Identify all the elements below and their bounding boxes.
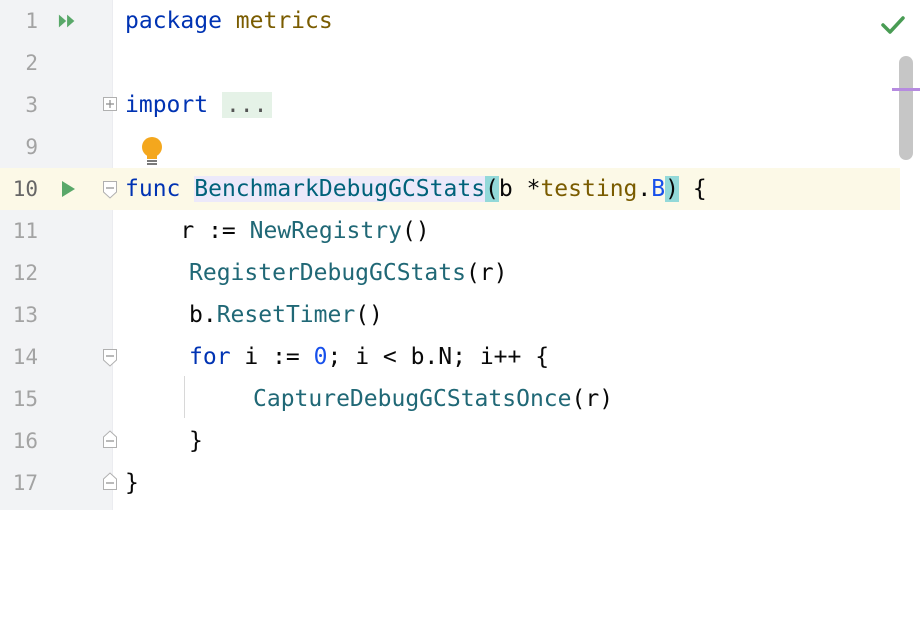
keyword-for: for	[189, 344, 231, 370]
code-line-10[interactable]: 10 func BenchmarkDebugGCStats(b *testing…	[0, 168, 900, 210]
param-type: B	[651, 176, 666, 202]
close-brace: }	[125, 470, 139, 496]
code-line-12[interactable]: 12 RegisterDebugGCStats(r)	[0, 252, 900, 294]
code-line-13[interactable]: 13 b.ResetTimer()	[0, 294, 900, 336]
code-text: func BenchmarkDebugGCStats(b *testing.B)…	[125, 168, 707, 210]
code-line-16[interactable]: 16 }	[0, 420, 900, 462]
line-number: 3	[25, 93, 38, 117]
line-number: 16	[12, 429, 38, 453]
double-play-icon[interactable]	[58, 0, 78, 42]
code-token: b.	[189, 302, 217, 328]
vertical-scrollbar[interactable]	[899, 56, 913, 160]
function-call: NewRegistry	[249, 218, 402, 244]
folded-imports[interactable]: ...	[221, 92, 272, 118]
code-line-11[interactable]: 11 r := NewRegistry()	[0, 210, 900, 252]
fold-collapse-icon[interactable]	[103, 349, 117, 367]
package-name: metrics	[235, 8, 333, 34]
code-line-2[interactable]: 2	[0, 42, 900, 84]
line-number: 9	[25, 135, 38, 159]
fold-collapse-icon[interactable]	[103, 181, 117, 199]
checkmark-icon[interactable]	[880, 12, 906, 38]
code-text: }	[125, 462, 139, 504]
line-number: 14	[12, 345, 38, 369]
line-number: 11	[12, 219, 38, 243]
code-text: r := NewRegistry()	[125, 210, 430, 252]
code-line-1[interactable]: 1 package metrics	[0, 0, 900, 42]
line-number: 1	[25, 9, 38, 33]
close-brace: }	[189, 428, 203, 454]
code-token: ; i < b.N; i++ {	[327, 344, 550, 370]
open-brace: {	[678, 176, 707, 202]
function-name: BenchmarkDebugGCStats	[194, 176, 486, 202]
code-token: (r)	[571, 386, 614, 412]
line-number: 13	[12, 303, 38, 327]
code-text: for i := 0; i < b.N; i++ {	[189, 336, 549, 378]
line-number: 2	[25, 51, 38, 75]
play-icon[interactable]	[58, 168, 78, 210]
code-text: package metrics	[125, 0, 333, 42]
keyword-package: package	[125, 8, 222, 34]
paren-close: )	[665, 176, 679, 202]
param-b: b *	[498, 176, 541, 202]
line-number: 15	[12, 387, 38, 411]
scrollbar-marker	[892, 88, 920, 91]
code-token: ()	[355, 302, 383, 328]
code-line-14[interactable]: 14 for i := 0; i < b.N; i++ {	[0, 336, 900, 378]
code-line-3[interactable]: 3 import ...	[0, 84, 900, 126]
lightbulb-icon[interactable]	[140, 136, 164, 168]
fold-expand-icon[interactable]	[103, 97, 117, 111]
code-token: i :=	[230, 344, 314, 370]
code-text: }	[189, 420, 203, 462]
code-text: import ...	[125, 84, 272, 126]
code-token: (r)	[465, 260, 508, 286]
line-number: 10	[12, 177, 38, 201]
param-package: testing	[540, 176, 638, 202]
paren-open: (	[485, 176, 499, 202]
function-call: ResetTimer	[216, 302, 356, 328]
fold-end-icon[interactable]	[103, 472, 117, 490]
code-text: CaptureDebugGCStatsOnce(r)	[253, 378, 613, 420]
code-text: RegisterDebugGCStats(r)	[189, 252, 508, 294]
function-call: RegisterDebugGCStats	[189, 260, 466, 286]
function-call: CaptureDebugGCStatsOnce	[253, 386, 572, 412]
dot: .	[637, 176, 652, 202]
code-line-17[interactable]: 17 }	[0, 462, 900, 504]
code-token: ()	[401, 218, 430, 244]
line-number: 12	[12, 261, 38, 285]
code-line-9[interactable]: 9	[0, 126, 900, 168]
code-text: b.ResetTimer()	[189, 294, 383, 336]
keyword-import: import	[125, 92, 209, 118]
number-literal: 0	[313, 344, 328, 370]
fold-end-icon[interactable]	[103, 430, 117, 448]
line-number: 17	[12, 471, 38, 495]
keyword-func: func	[125, 176, 181, 202]
code-token: r :=	[125, 218, 250, 244]
code-line-15[interactable]: 15 CaptureDebugGCStatsOnce(r)	[0, 378, 900, 420]
